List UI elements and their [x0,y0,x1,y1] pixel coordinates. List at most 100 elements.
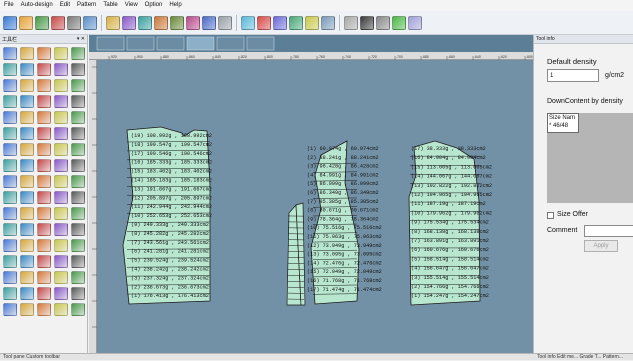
menu-table[interactable]: Table [103,0,117,11]
tool-28-icon[interactable] [37,127,51,140]
tool-9-icon[interactable] [54,63,68,76]
tool-38-icon[interactable] [37,159,51,172]
tool-29-icon[interactable] [54,127,68,140]
tool-63-icon[interactable] [37,239,51,252]
size-offer-checkbox[interactable] [547,212,554,219]
tool-54-icon[interactable] [54,207,68,220]
tool-25-icon[interactable] [71,111,85,124]
apply-button[interactable]: Apply [584,240,618,252]
pattern-thumbnail[interactable] [217,37,244,50]
tool-7-icon[interactable] [20,63,34,76]
tool-11-icon[interactable] [3,79,17,92]
density-input[interactable]: 1 [547,69,599,82]
toolbar-tool-3-icon[interactable] [35,16,49,30]
tool-56-icon[interactable] [3,223,17,236]
tool-24-icon[interactable] [54,111,68,124]
tool-70-icon[interactable] [71,255,85,268]
toolbar-tool-11-icon[interactable] [170,16,184,30]
tool-42-icon[interactable] [20,175,34,188]
tool-info-tab[interactable]: Tool info [534,35,633,44]
tool-22-icon[interactable] [20,111,34,124]
tool-5-icon[interactable] [71,47,85,60]
toolbar-tool-13-icon[interactable] [202,16,216,30]
tool-64-icon[interactable] [54,239,68,252]
pattern-thumbnail[interactable] [157,37,184,50]
toolbar-tool-4-icon[interactable] [51,16,65,30]
toolbar-tool-2-icon[interactable] [19,16,33,30]
toolbar-tool-24-icon[interactable] [392,16,406,30]
tool-45-icon[interactable] [71,175,85,188]
tool-73-icon[interactable] [37,271,51,284]
menu-help[interactable]: Help [169,0,181,11]
toolbar-tool-25-icon[interactable] [408,16,422,30]
tool-15-icon[interactable] [71,79,85,92]
tool-pane-controls[interactable]: ▾ ✕ [77,36,85,42]
tool-1-icon[interactable] [3,47,17,60]
tool-52-icon[interactable] [20,207,34,220]
tool-19-icon[interactable] [54,95,68,108]
tool-23-icon[interactable] [37,111,51,124]
tool-2-icon[interactable] [20,47,34,60]
tool-72-icon[interactable] [20,271,34,284]
tool-43-icon[interactable] [37,175,51,188]
tool-3-icon[interactable] [37,47,51,60]
tool-10-icon[interactable] [71,63,85,76]
tool-76-icon[interactable] [3,287,17,300]
tool-59-icon[interactable] [54,223,68,236]
tool-58-icon[interactable] [37,223,51,236]
tool-16-icon[interactable] [3,95,17,108]
pattern-thumbnail[interactable] [97,37,124,50]
tool-74-icon[interactable] [54,271,68,284]
toolbar-tool-7-icon[interactable] [106,16,120,30]
toolbar-tool-17-icon[interactable] [273,16,287,30]
pattern-thumbnail[interactable] [187,37,214,50]
toolbar-tool-20-icon[interactable] [321,16,335,30]
tool-61-icon[interactable] [3,239,17,252]
tool-80-icon[interactable] [71,287,85,300]
tool-49-icon[interactable] [54,191,68,204]
size-list[interactable]: Size Nam * 46/48 [547,113,633,203]
pattern-canvas[interactable]: -920-900-880-860-840-820-800-780-760-740… [89,35,533,353]
tool-36-icon[interactable] [3,159,17,172]
tool-35-icon[interactable] [71,143,85,156]
tool-34-icon[interactable] [54,143,68,156]
tool-83-icon[interactable] [37,303,51,316]
tool-57-icon[interactable] [20,223,34,236]
comment-input[interactable] [584,225,633,237]
size-row[interactable]: * 46/48 [548,122,578,130]
toolbar-tool-5-icon[interactable] [67,16,81,30]
tool-39-icon[interactable] [54,159,68,172]
tool-27-icon[interactable] [20,127,34,140]
tool-4-icon[interactable] [54,47,68,60]
toolbar-tool-1-icon[interactable] [3,16,17,30]
tool-71-icon[interactable] [3,271,17,284]
menu-pattern[interactable]: Pattern [77,0,96,11]
tool-31-icon[interactable] [3,143,17,156]
tool-77-icon[interactable] [20,287,34,300]
tool-12-icon[interactable] [20,79,34,92]
toolbar-tool-21-icon[interactable] [344,16,358,30]
toolbar-tool-15-icon[interactable] [241,16,255,30]
menu-edit[interactable]: Edit [60,0,70,11]
toolbar-tool-23-icon[interactable] [376,16,390,30]
tool-50-icon[interactable] [71,191,85,204]
tool-51-icon[interactable] [3,207,17,220]
tool-85-icon[interactable] [71,303,85,316]
tool-75-icon[interactable] [71,271,85,284]
tool-30-icon[interactable] [71,127,85,140]
tool-47-icon[interactable] [20,191,34,204]
tool-41-icon[interactable] [3,175,17,188]
tool-40-icon[interactable] [71,159,85,172]
tool-66-icon[interactable] [3,255,17,268]
tool-48-icon[interactable] [37,191,51,204]
menu-auto-design[interactable]: Auto-design [21,0,53,11]
toolbar-tool-22-icon[interactable] [360,16,374,30]
toolbar-tool-9-icon[interactable] [138,16,152,30]
tool-14-icon[interactable] [54,79,68,92]
tool-20-icon[interactable] [71,95,85,108]
tool-37-icon[interactable] [20,159,34,172]
tool-17-icon[interactable] [20,95,34,108]
tool-32-icon[interactable] [20,143,34,156]
tool-21-icon[interactable] [3,111,17,124]
menu-file[interactable]: File [4,0,14,11]
